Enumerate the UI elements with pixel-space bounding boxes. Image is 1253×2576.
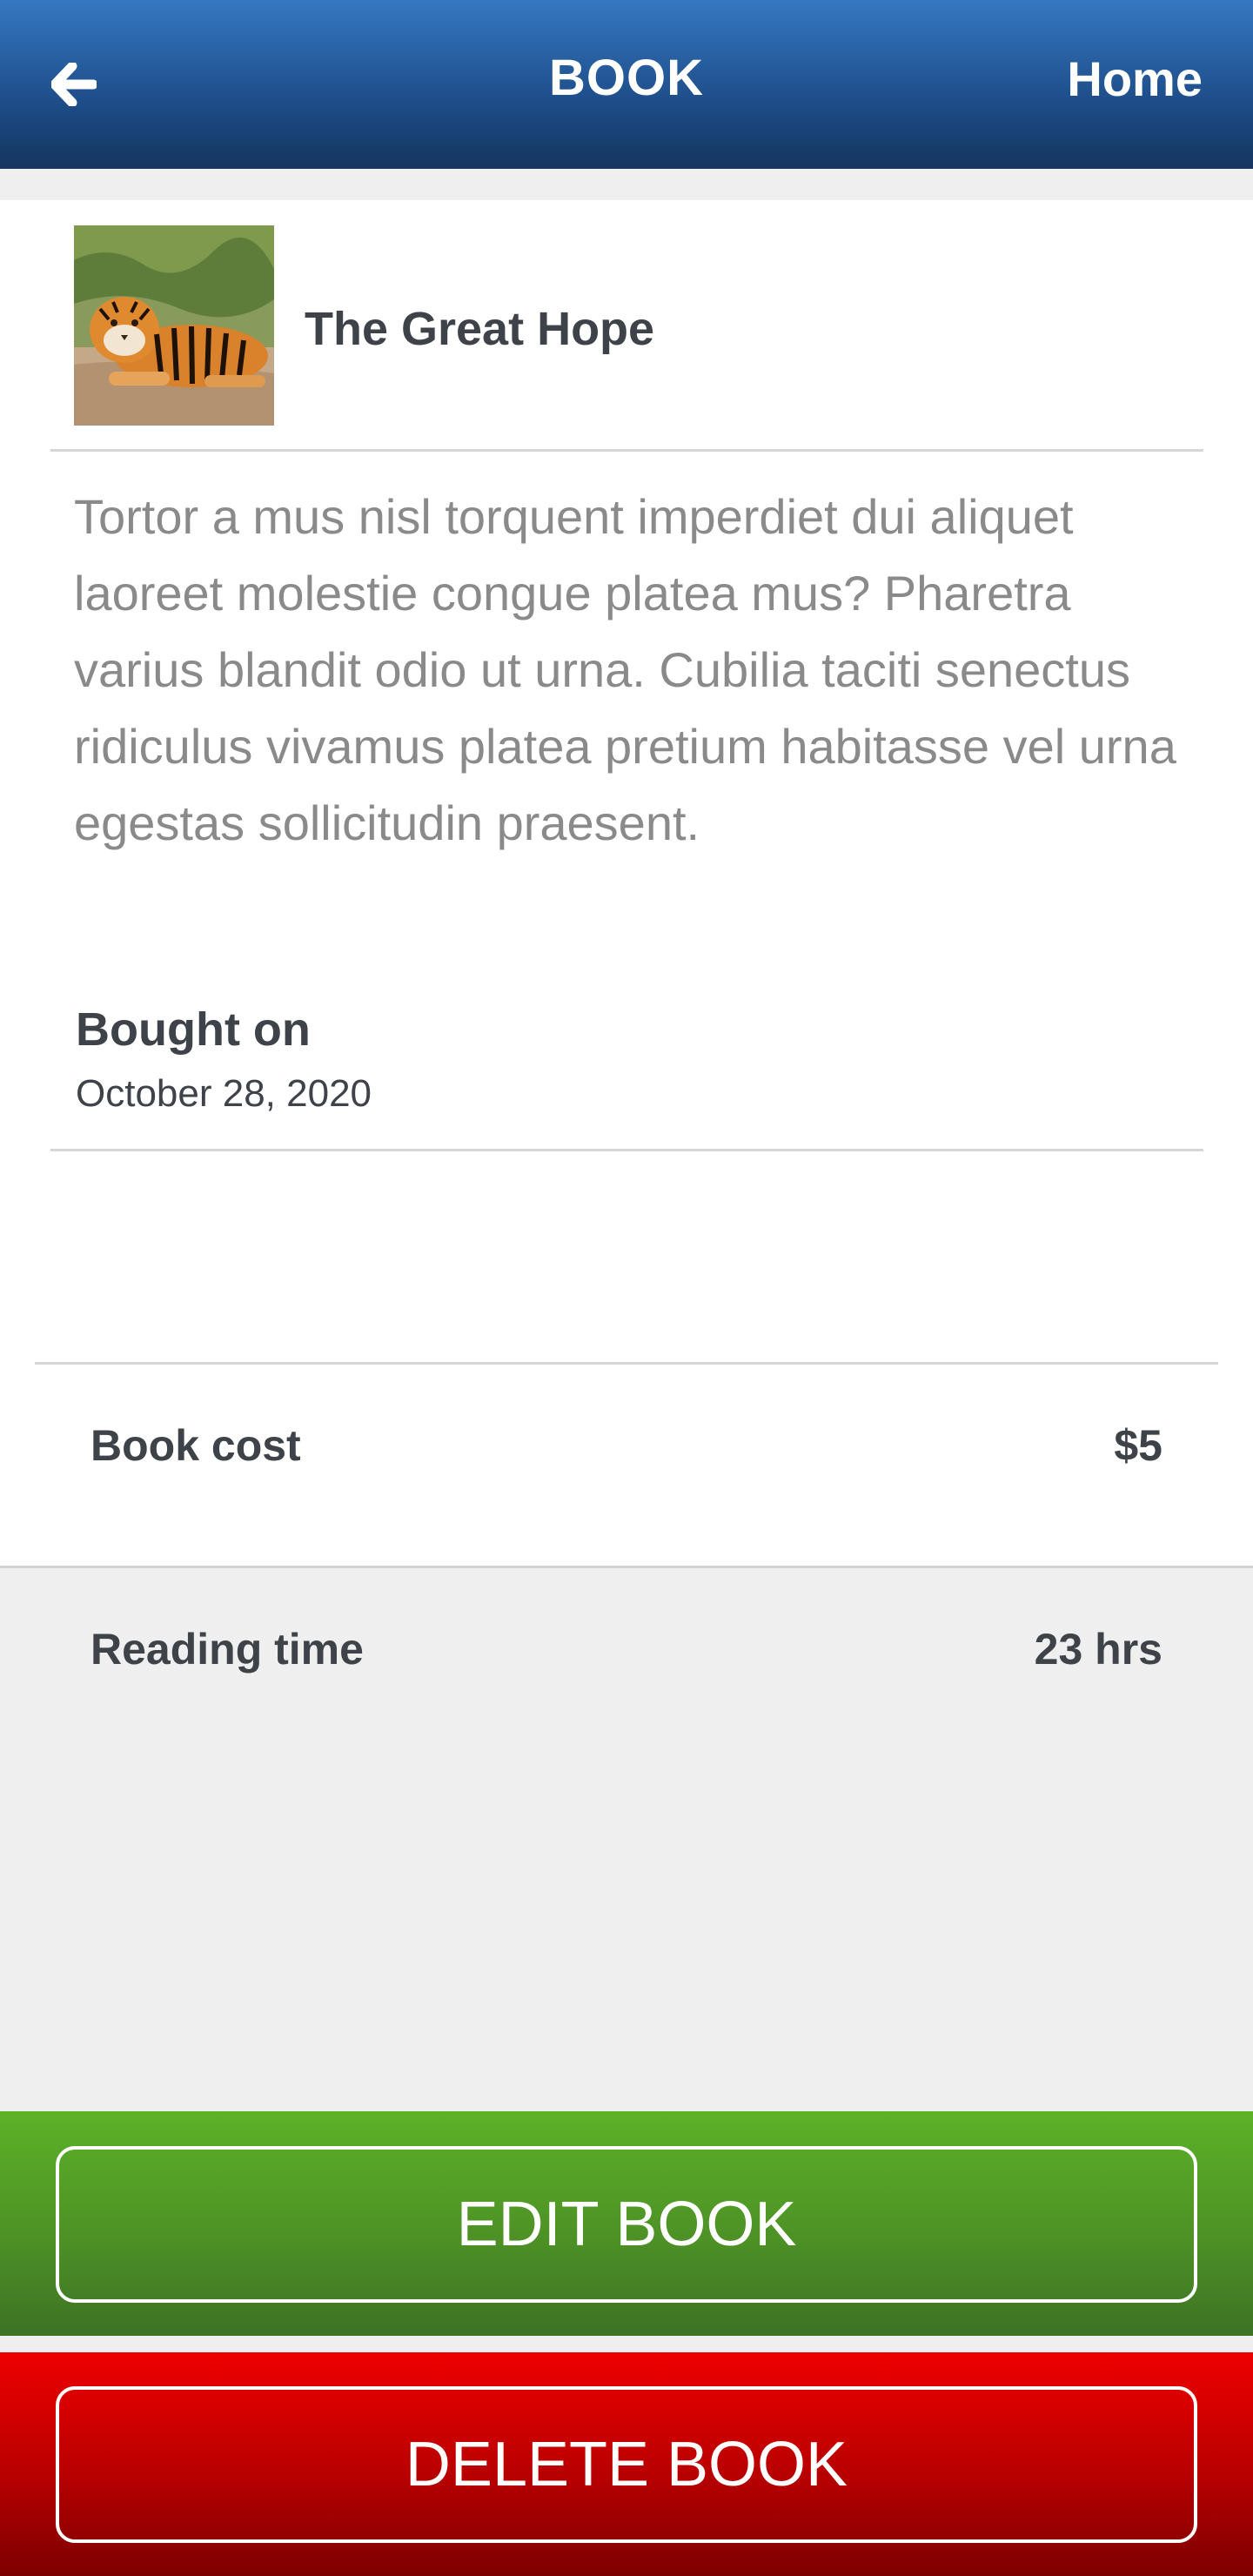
delete-action-bar: DELETE BOOK: [0, 2352, 1253, 2576]
book-cost-label: Book cost: [90, 1421, 301, 1470]
book-cost-value: $5: [1114, 1421, 1163, 1470]
bought-on-label: Bought on: [76, 1003, 311, 1056]
book-cost-row: Book cost $5: [90, 1420, 1163, 1472]
reading-time-row: Reading time 23 hrs: [90, 1624, 1163, 1676]
book-thumbnail: [74, 225, 274, 426]
reading-time-value: 23 hrs: [1034, 1625, 1163, 1674]
edit-book-button[interactable]: EDIT BOOK: [56, 2146, 1197, 2303]
app-header: BOOK Home: [0, 0, 1253, 169]
book-summary: The Great Hope: [74, 225, 1205, 426]
page-title: BOOK: [549, 50, 704, 106]
divider: [35, 1362, 1218, 1365]
delete-book-button[interactable]: DELETE BOOK: [56, 2386, 1197, 2543]
home-link[interactable]: Home: [1067, 50, 1203, 107]
reading-time-label: Reading time: [90, 1625, 364, 1674]
book-title: The Great Hope: [305, 303, 655, 355]
edit-action-bar: EDIT BOOK: [0, 2111, 1253, 2336]
bought-on-date: October 28, 2020: [76, 1072, 372, 1115]
tiger-photo: [74, 225, 274, 426]
book-details-card: The Great Hope Tortor a mus nisl torquen…: [0, 200, 1253, 1674]
divider: [50, 1149, 1203, 1151]
divider: [50, 449, 1203, 452]
book-detail-screen: BOOK Home The Great Hope Tortor a mus ni…: [0, 0, 1253, 2576]
book-description: Tortor a mus nisl torquent imperdiet dui…: [74, 489, 1176, 850]
